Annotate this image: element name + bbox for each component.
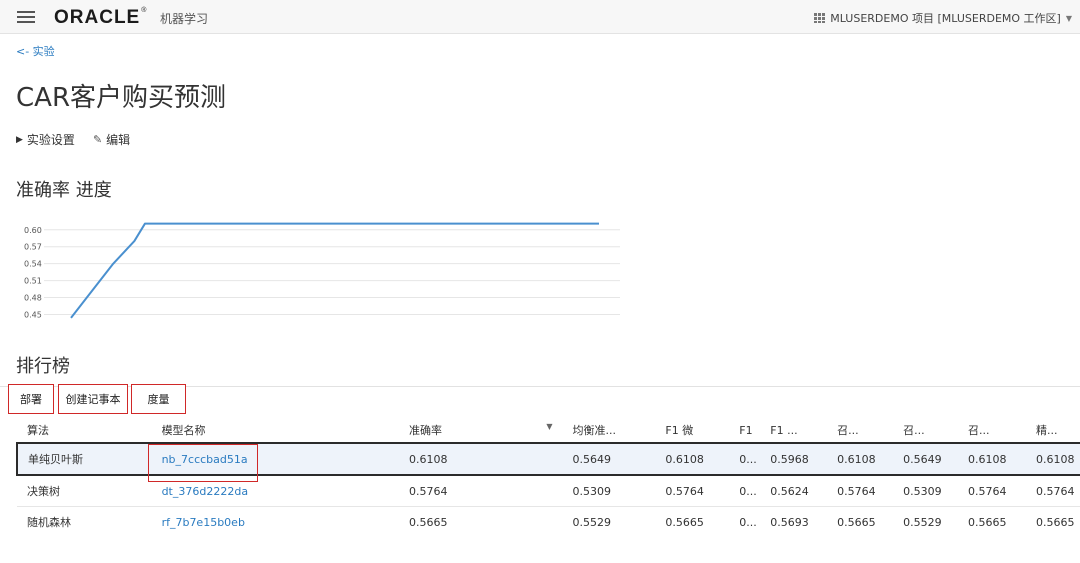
project-label: MLUSERDEMO 项目 [MLUSERDEMO 工作区] xyxy=(830,12,1061,25)
column-header-recall-3[interactable]: 召... xyxy=(958,418,1026,443)
metric-cell: 0.5764 xyxy=(398,474,563,507)
metric-cell: 0.5764 xyxy=(1025,474,1080,507)
page-title: CAR客户购买预测 xyxy=(16,83,227,113)
metric-cell: 0.5649 xyxy=(562,442,656,476)
leaderboard-toolbar: 部署 创建记事本 度量 xyxy=(0,380,1080,417)
column-header-balanced-accuracy[interactable]: 均衡准... xyxy=(563,418,656,443)
experiment-settings-toggle[interactable]: 实验设置 xyxy=(27,131,75,148)
metric-cell: 0.5649 xyxy=(893,442,959,476)
y-tick-label: 0.57 xyxy=(24,243,42,252)
algorithm-cell: 随机森林 xyxy=(17,506,152,537)
metric-cell: 0.6108 xyxy=(1025,442,1080,476)
top-bar: ORACLE® 机器学习 MLUSERDEMO 项目 [MLUSERDEMO 工… xyxy=(0,0,1080,34)
chevron-down-icon: ▼ xyxy=(1065,13,1072,23)
metric-cell: 0.5529 xyxy=(562,506,656,537)
metric-cell: 0.5665 xyxy=(655,506,730,537)
y-tick-label: 0.60 xyxy=(24,226,42,235)
hamburger-menu-icon[interactable] xyxy=(17,11,35,23)
metric-cell: 0... xyxy=(729,474,761,507)
expand-triangle-icon[interactable]: ▶ xyxy=(16,135,23,145)
y-tick-label: 0.48 xyxy=(24,294,42,303)
leaderboard-table: 算法 模型名称 准确率 ▼ 均衡准... F1 微 F1 F1 ... 召...… xyxy=(16,418,1080,537)
project-selector[interactable]: MLUSERDEMO 项目 [MLUSERDEMO 工作区] ▼ xyxy=(814,10,1072,26)
metric-cell: 0.5665 xyxy=(827,506,894,537)
y-tick-label: 0.51 xyxy=(24,277,42,286)
metric-cell: 0.5968 xyxy=(760,442,828,476)
edit-button[interactable]: ✎ 编辑 xyxy=(93,131,130,148)
column-header-algorithm[interactable]: 算法 xyxy=(17,418,152,443)
column-header-f1-other[interactable]: F1 ... xyxy=(760,418,827,443)
metric-cell: 0... xyxy=(729,506,761,537)
experiment-actions: ▶ 实验设置 ✎ 编辑 xyxy=(16,131,130,148)
sort-descending-icon[interactable]: ▼ xyxy=(546,422,552,431)
accuracy-header-label: 准确率 xyxy=(408,424,442,437)
model-name-link[interactable]: nb_7cccbad51a xyxy=(151,442,399,476)
metrics-button[interactable]: 度量 xyxy=(131,384,186,414)
metric-cell: 0.5764 xyxy=(827,474,894,507)
column-header-precision[interactable]: 精... xyxy=(1026,418,1080,443)
metric-cell: 0.5764 xyxy=(958,474,1026,507)
column-header-accuracy[interactable]: 准确率 ▼ xyxy=(399,418,563,443)
oracle-logo: ORACLE® xyxy=(54,7,148,28)
metric-cell: 0.5693 xyxy=(760,506,828,537)
metric-cell: 0.6108 xyxy=(958,442,1026,476)
accuracy-series-line xyxy=(70,222,599,319)
table-row[interactable]: 单纯贝叶斯 nb_7cccbad51a 0.6108 0.5649 0.6108… xyxy=(16,442,1080,476)
metric-cell: 0.5665 xyxy=(398,506,563,537)
metric-cell: 0.5764 xyxy=(655,474,730,507)
accuracy-progress-chart: 0.60 0.57 0.54 0.51 0.48 0.45 xyxy=(24,222,620,319)
y-tick-label: 0.45 xyxy=(24,310,42,319)
table-row[interactable]: 随机森林 rf_7b7e15b0eb 0.5665 0.5529 0.5665 … xyxy=(17,506,1080,537)
column-header-model-name[interactable]: 模型名称 xyxy=(152,418,399,443)
metric-cell: 0... xyxy=(729,442,761,476)
create-notebook-button[interactable]: 创建记事本 xyxy=(58,384,128,414)
metric-cell: 0.5665 xyxy=(958,506,1026,537)
back-to-experiments-link[interactable]: <- 实验 xyxy=(16,43,55,59)
column-header-recall-1[interactable]: 召... xyxy=(827,418,893,443)
leaderboard-title: 排行榜 xyxy=(16,356,70,377)
table-row[interactable]: 决策树 dt_376d2222da 0.5764 0.5309 0.5764 0… xyxy=(17,474,1080,507)
model-name-link[interactable]: rf_7b7e15b0eb xyxy=(151,506,399,537)
model-name-link[interactable]: dt_376d2222da xyxy=(151,474,399,507)
y-tick-label: 0.54 xyxy=(24,260,42,269)
metric-cell: 0.5309 xyxy=(562,474,656,507)
metric-cell: 0.5624 xyxy=(760,474,828,507)
column-header-f1-micro[interactable]: F1 微 xyxy=(655,418,729,443)
grid-icon xyxy=(814,13,826,23)
table-header-row: 算法 模型名称 准确率 ▼ 均衡准... F1 微 F1 F1 ... 召...… xyxy=(17,418,1080,443)
metric-cell: 0.6108 xyxy=(655,442,730,476)
deploy-button[interactable]: 部署 xyxy=(8,384,54,414)
accuracy-section-title: 准确率 进度 xyxy=(16,180,112,201)
product-name: 机器学习 xyxy=(160,12,209,26)
algorithm-cell: 单纯贝叶斯 xyxy=(16,442,152,476)
metric-cell: 0.5529 xyxy=(893,506,959,537)
column-header-recall-2[interactable]: 召... xyxy=(893,418,958,443)
metric-cell: 0.6108 xyxy=(398,442,563,476)
metric-cell: 0.5665 xyxy=(1025,506,1080,537)
algorithm-cell: 决策树 xyxy=(17,474,152,507)
edit-label: 编辑 xyxy=(106,133,131,147)
metric-cell: 0.5309 xyxy=(893,474,959,507)
metric-cell: 0.6108 xyxy=(827,442,894,476)
column-header-f1[interactable]: F1 xyxy=(729,418,760,443)
pencil-icon: ✎ xyxy=(92,133,103,146)
